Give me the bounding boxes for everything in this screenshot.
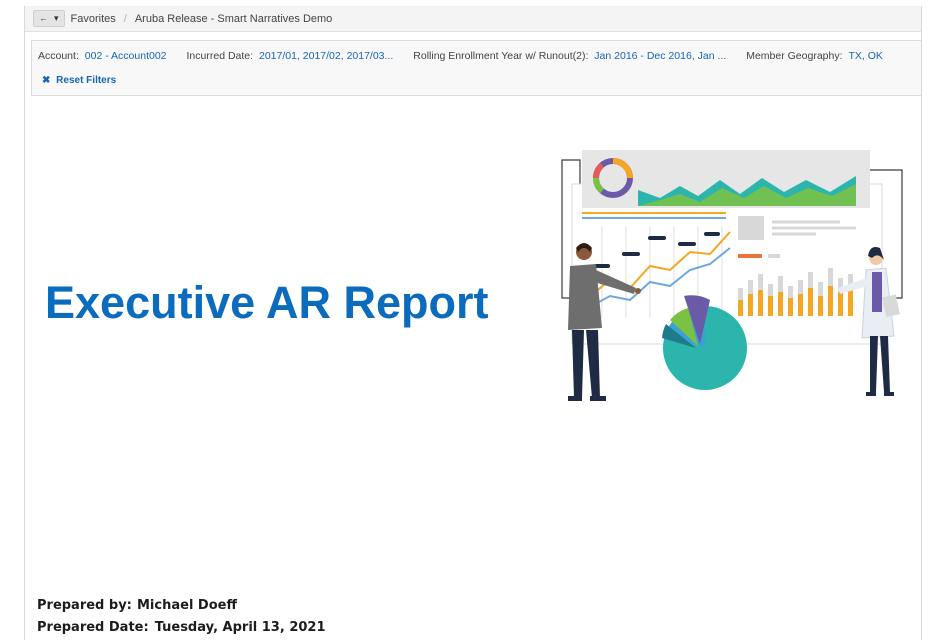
- filter-incurred-date[interactable]: Incurred Date: 2017/01, 2017/02, 2017/03…: [187, 50, 394, 62]
- filter-label: Member Geography:: [746, 50, 843, 62]
- filter-value[interactable]: 002 - Account002: [85, 50, 167, 62]
- prepared-date-value: Tuesday, April 13, 2021: [154, 620, 326, 635]
- filter-account[interactable]: Account: 002 - Account002: [38, 50, 167, 62]
- breadcrumb-favorites[interactable]: Favorites: [71, 13, 116, 25]
- close-icon: ✖: [42, 75, 51, 86]
- reset-filters-label: Reset Filters: [56, 75, 117, 86]
- prepared-by-label: Prepared by:: [37, 598, 132, 613]
- back-arrow-icon: ←: [39, 13, 48, 23]
- filter-value[interactable]: TX, OK: [848, 50, 882, 62]
- filter-bar: Account: 002 - Account002 Incurred Date:…: [31, 40, 921, 96]
- prepared-by-value: Michael Doeff: [137, 598, 237, 613]
- top-navigation-bar: ← ▾ Favorites / Aruba Release - Smart Na…: [25, 6, 921, 32]
- reset-filters-button[interactable]: ✖ Reset Filters: [42, 75, 116, 86]
- filter-value[interactable]: 2017/01, 2017/02, 2017/03...: [259, 50, 393, 62]
- report-title: Executive AR Report: [45, 277, 489, 328]
- prepared-date-row: Prepared Date: Tuesday, April 13, 2021: [37, 620, 326, 635]
- analytics-illustration: [561, 150, 903, 401]
- filter-rolling-enrollment-year[interactable]: Rolling Enrollment Year w/ Runout(2): Ja…: [413, 50, 726, 62]
- back-navigation-button[interactable]: ← ▾: [33, 10, 65, 27]
- filter-label: Account:: [38, 50, 79, 62]
- breadcrumb-separator: /: [123, 12, 127, 25]
- left-gutter: [0, 0, 24, 640]
- chevron-down-icon: ▾: [54, 13, 59, 23]
- filter-value[interactable]: Jan 2016 - Dec 2016, Jan ...: [594, 50, 726, 62]
- filter-label: Rolling Enrollment Year w/ Runout(2):: [413, 50, 589, 62]
- filter-label: Incurred Date:: [186, 50, 254, 62]
- prepared-by-row: Prepared by: Michael Doeff: [37, 598, 237, 613]
- breadcrumb-current-page: Aruba Release - Smart Narratives Demo: [134, 12, 333, 25]
- prepared-date-label: Prepared Date:: [37, 620, 149, 635]
- filter-member-geography[interactable]: Member Geography: TX, OK: [746, 50, 883, 62]
